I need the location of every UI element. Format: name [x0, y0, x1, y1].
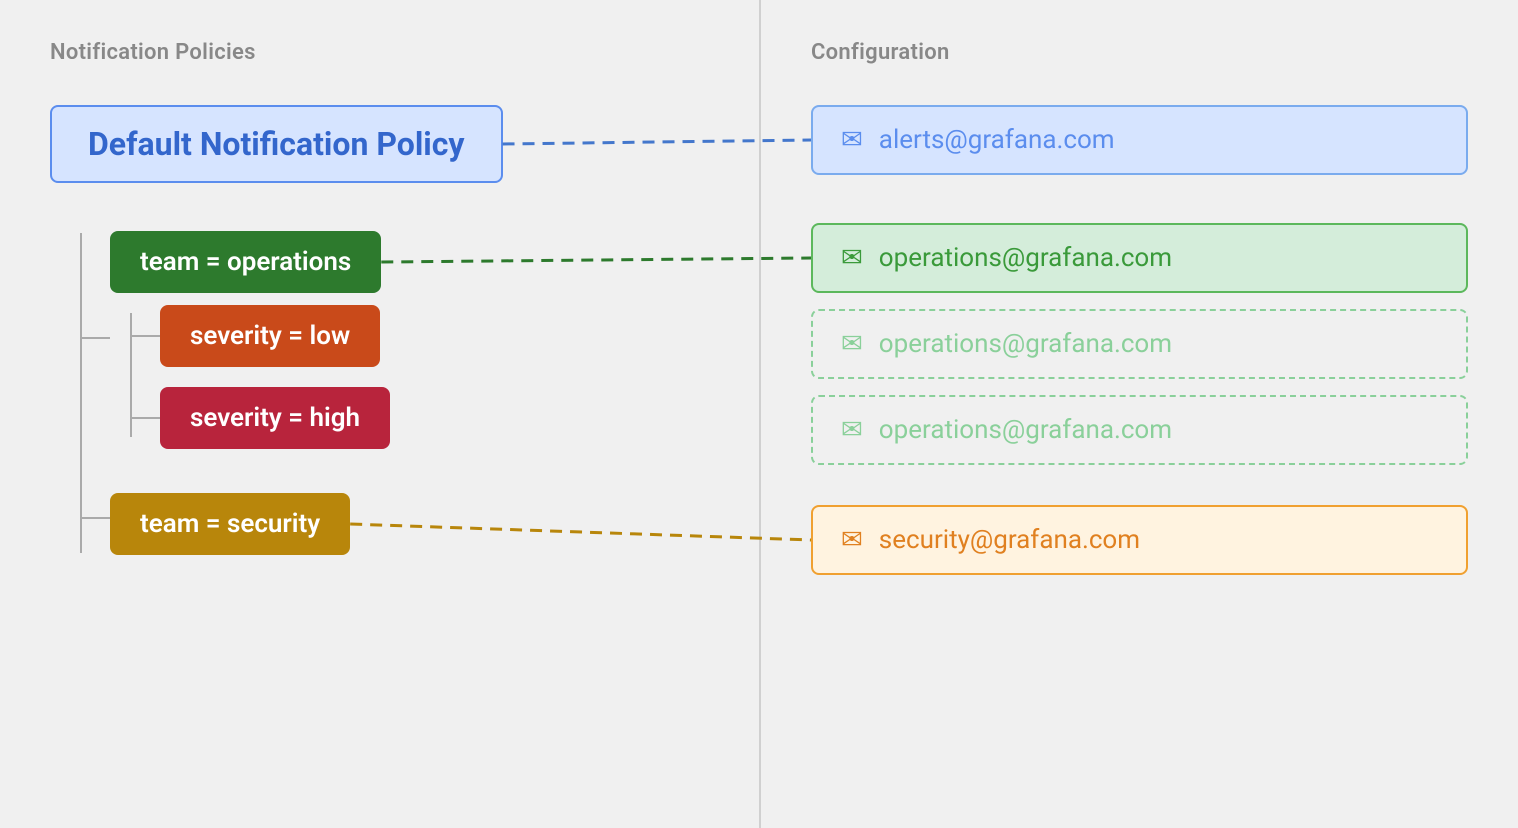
operations-label: team = operations [140, 247, 351, 277]
mail-icon-severity-high: ✉ [841, 415, 863, 445]
config-email-severity-low: operations@grafana.com [879, 329, 1172, 359]
tree-children: team = operations severity = low severit… [50, 213, 709, 573]
sub-children-operations: severity = low severity = high [110, 293, 709, 457]
tree-node-operations: team = operations severity = low severit… [110, 213, 709, 463]
default-policy-box[interactable]: Default Notification Policy [50, 105, 503, 183]
operations-box[interactable]: team = operations [110, 231, 381, 293]
left-panel: Notification Policies Default Notificati… [0, 0, 759, 828]
severity-high-node: severity = high [160, 387, 709, 449]
config-email-severity-high: operations@grafana.com [879, 415, 1172, 445]
severity-low-label: severity = low [190, 321, 350, 351]
severity-high-box[interactable]: severity = high [160, 387, 390, 449]
right-panel-title: Configuration [811, 40, 1468, 65]
severity-low-box[interactable]: severity = low [160, 305, 380, 367]
mail-icon-default: ✉ [841, 125, 863, 155]
security-box[interactable]: team = security [110, 493, 350, 555]
right-panel: Configuration ✉ alerts@grafana.com ✉ ope… [759, 0, 1518, 828]
severity-high-label: severity = high [190, 403, 360, 433]
tree-node-security: team = security [110, 463, 709, 573]
config-item-severity-low[interactable]: ✉ operations@grafana.com [811, 309, 1468, 379]
mail-icon-operations: ✉ [841, 243, 863, 273]
config-email-operations: operations@grafana.com [879, 243, 1172, 273]
security-label: team = security [140, 509, 320, 539]
default-policy-label: Default Notification Policy [88, 125, 465, 163]
mail-icon-security: ✉ [841, 525, 863, 555]
config-email-security: security@grafana.com [879, 525, 1140, 555]
config-item-default[interactable]: ✉ alerts@grafana.com [811, 105, 1468, 175]
left-panel-title: Notification Policies [50, 40, 709, 65]
config-email-default: alerts@grafana.com [879, 125, 1115, 155]
policy-tree: Default Notification Policy team = opera… [50, 105, 709, 573]
main-container: Notification Policies Default Notificati… [0, 0, 1518, 828]
severity-low-node: severity = low [160, 305, 709, 367]
config-item-security[interactable]: ✉ security@grafana.com [811, 505, 1468, 575]
config-item-severity-high[interactable]: ✉ operations@grafana.com [811, 395, 1468, 465]
config-items: ✉ alerts@grafana.com ✉ operations@grafan… [811, 105, 1468, 575]
config-item-operations[interactable]: ✉ operations@grafana.com [811, 223, 1468, 293]
mail-icon-severity-low: ✉ [841, 329, 863, 359]
